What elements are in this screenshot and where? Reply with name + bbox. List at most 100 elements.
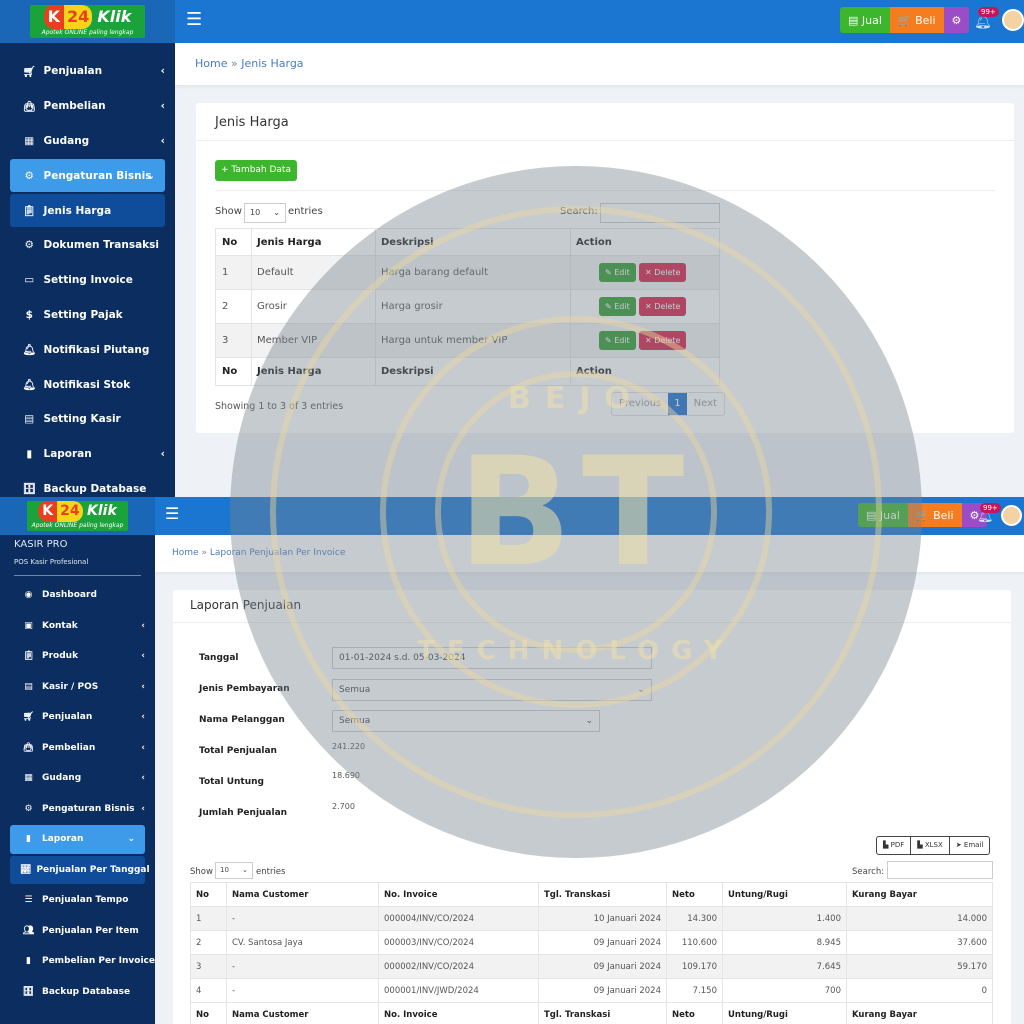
sidebar-item-kontak[interactable]: ▣ Kontak ‹ — [0, 612, 155, 641]
jual-button[interactable]: ▤ Jual — [858, 503, 908, 527]
sidebar-item-pengaturan-bisnis[interactable]: ⚙ Pengaturan Bisnis ‹ — [0, 795, 155, 824]
sidebar-item-produk[interactable]: 📋︎ Produk ‹ — [0, 642, 155, 671]
sidebar-item-penjualan-per-tanggal[interactable]: 📈︎ Penjualan Per Tanggal — [10, 855, 150, 884]
logo-word: Klik — [87, 503, 117, 519]
sidebar-item-label: Penjualan — [43, 65, 103, 78]
app-name: KASIR PRO — [14, 539, 68, 550]
col-no-invoice[interactable]: No. Invoice — [378, 882, 539, 907]
sidebar-item-pembelian[interactable]: 👜︎ Pembelian ‹ — [0, 90, 175, 123]
cell-tgl-transkasi: 09 Januari 2024 — [538, 978, 667, 1003]
sidebar-item-penjualan-tempo[interactable]: ☰ Penjualan Tempo — [0, 886, 155, 915]
hamburger-menu-icon[interactable]: ☰ — [186, 9, 202, 30]
col-no[interactable]: No — [190, 882, 227, 907]
col-no[interactable]: No — [215, 228, 252, 256]
show-label: Show — [215, 206, 242, 217]
pdf-button[interactable]: ▙ PDF — [877, 837, 912, 854]
dashboard-icon: ◉ — [24, 590, 33, 601]
k24klik-logo[interactable]: K 24 Klik Apotek ONLINE paling lengkap — [30, 5, 145, 38]
cell-no-invoice: 000001/INV/JWD/2024 — [378, 978, 539, 1003]
sidebar-item-setting-invoice[interactable]: ▭ Setting Invoice — [0, 264, 175, 297]
jenis-pembayaran-select[interactable]: Semua ⌄ — [332, 679, 652, 701]
tanggal-label: Tanggal — [199, 653, 239, 663]
sidebar-item-label: Kontak — [42, 620, 78, 631]
laporan-penjualan-card: Laporan Penjualan Tanggal 01-01-2024 s.d… — [173, 590, 1011, 1024]
hamburger-menu-icon[interactable]: ☰ — [165, 504, 179, 523]
k24klik-logo[interactable]: K 24 Klik Apotek ONLINE paling lengkap — [27, 501, 128, 531]
jual-button[interactable]: ▤ Jual — [840, 7, 890, 33]
col-jenis-harga[interactable]: Jenis Harga — [251, 228, 376, 256]
sidebar-item-dashboard[interactable]: ◉ Dashboard — [0, 581, 155, 610]
edit-button[interactable]: ✎ Edit — [599, 263, 636, 282]
beli-button[interactable]: 🛒 Beli — [907, 503, 962, 527]
sidebar-item-notifikasi-piutang[interactable]: 🔔︎ Notifikasi Piutang — [0, 333, 175, 366]
user-avatar[interactable] — [1002, 9, 1024, 31]
file-icon: ▮ — [26, 956, 31, 967]
page-1-button[interactable]: 1 — [668, 393, 687, 415]
user-avatar[interactable] — [1001, 505, 1022, 526]
table-row: 1-000004/INV/CO/2024 10 Januari 2024 14.30… — [190, 906, 993, 931]
sidebar-item-backup-database[interactable]: 🗄︎ Backup Database — [0, 978, 155, 1007]
sidebar-item-jenis-harga[interactable]: 📋︎ Jenis Harga — [10, 194, 165, 227]
sidebar-item-penjualan[interactable]: 🛒︎ Penjualan ‹ — [0, 55, 175, 88]
entries-select[interactable]: 10 ⌄ — [244, 203, 286, 223]
breadcrumb-home[interactable]: Home — [172, 548, 199, 558]
sidebar-item-gudang[interactable]: ▦ Gudang ‹ — [0, 764, 155, 793]
sidebar-item-pengaturan-bisnis[interactable]: ⚙ Pengaturan Bisnis ⌄ — [10, 159, 165, 193]
delete-label: Delete — [654, 268, 681, 277]
nama-pelanggan-select[interactable]: Semua ⌄ — [332, 710, 600, 732]
sidebar-item-notifikasi-stok[interactable]: 🔔︎ Notifikasi Stok — [0, 368, 175, 401]
sidebar-item-dokumen-transaksi[interactable]: ⚙ Dokumen Transaksi — [0, 229, 175, 262]
tanggal-input[interactable]: 01-01-2024 s.d. 05-03-2024 — [332, 647, 652, 669]
sidebar-item-penjualan[interactable]: 🛒︎ Penjualan ‹ — [0, 703, 155, 732]
sidebar-item-setting-kasir[interactable]: ▤ Setting Kasir — [0, 403, 175, 436]
sidebar-item-gudang[interactable]: ▦ Gudang ‹ — [0, 125, 175, 158]
col-nama-customer[interactable]: Nama Customer — [226, 882, 379, 907]
col-kurang-bayar[interactable]: Kurang Bayar — [846, 882, 993, 907]
search-input[interactable] — [887, 861, 993, 879]
pagination: Previous 1 Next — [611, 392, 725, 416]
col-tgl-transkasi[interactable]: Tgl. Transkasi — [538, 882, 667, 907]
col-deskripsi[interactable]: Deskripsi — [375, 228, 571, 256]
sidebar-item-penjualan-per-item[interactable]: 👥︎ Penjualan Per Item — [0, 917, 155, 946]
search-input[interactable] — [600, 203, 720, 223]
sidebar-item-label: Pembelian Per Invoice — [41, 956, 155, 967]
entries-value: 10 — [220, 866, 229, 874]
foot-deskripsi: Deskripsi — [375, 357, 571, 386]
sidebar-item-backup-database[interactable]: 🗄︎ Backup Database — [0, 473, 175, 497]
delete-button[interactable]: ✕ Delete — [638, 263, 687, 282]
delete-button[interactable]: ✕ Delete — [638, 297, 687, 316]
foot-action: Action — [570, 357, 720, 386]
previous-button[interactable]: Previous — [612, 393, 668, 415]
contact-icon: ▣ — [24, 620, 33, 631]
beli-button[interactable]: 🛒 Beli — [889, 7, 944, 33]
col-untung-rugi[interactable]: Untung/Rugi — [722, 882, 847, 907]
sidebar-item-setting-pajak[interactable]: $ Setting Pajak — [0, 299, 175, 332]
settings-button[interactable]: ⚙ — [943, 7, 970, 33]
jenis-pembayaran-value: Semua — [339, 685, 371, 695]
sidebar-item-laporan[interactable]: ▮ Laporan ‹ — [0, 438, 175, 471]
breadcrumb-home[interactable]: Home — [195, 57, 227, 70]
xlsx-button[interactable]: ▙ XLSX — [911, 837, 950, 854]
logo-num: 24 — [64, 5, 93, 29]
xlsx-label: XLSX — [924, 841, 943, 849]
top-sidebar: 🛒︎ Penjualan ‹ 👜︎ Pembelian ‹ ▦ Gudang ‹ ⚙ Pengatu… — [0, 43, 175, 497]
delete-button[interactable]: ✕ Delete — [638, 331, 687, 350]
chevron-left-icon: ‹ — [141, 712, 145, 723]
email-button[interactable]: ➤ Email — [950, 837, 990, 854]
database-icon: 🗄︎ — [22, 986, 35, 997]
cell-tgl-transkasi: 10 Januari 2024 — [538, 906, 667, 931]
entries-select[interactable]: 10 ⌄ — [215, 862, 253, 879]
edit-button[interactable]: ✎ Edit — [599, 297, 636, 316]
col-neto[interactable]: Neto — [666, 882, 723, 907]
laporan-table: No Nama Customer No. Invoice Tgl. Transkasi… — [190, 882, 993, 1024]
sidebar-item-kasir-pos[interactable]: ▤ Kasir / POS ‹ — [0, 673, 155, 702]
edit-button[interactable]: ✎ Edit — [599, 331, 636, 350]
sidebar-item-pembelian-per-invoice[interactable]: ▮ Pembelian Per Invoice — [0, 947, 155, 976]
next-button[interactable]: Next — [687, 393, 724, 415]
database-icon: 🗄︎ — [22, 483, 36, 496]
sidebar-item-laporan[interactable]: ▮ Laporan ⌄ — [10, 825, 145, 854]
logo-tagline: Apotek ONLINE paling lengkap — [41, 29, 134, 36]
gears-icon: ⚙ — [24, 169, 34, 182]
add-data-button[interactable]: + Tambah Data — [215, 160, 297, 181]
sidebar-item-pembelian[interactable]: 👜︎ Pembelian ‹ — [0, 734, 155, 763]
